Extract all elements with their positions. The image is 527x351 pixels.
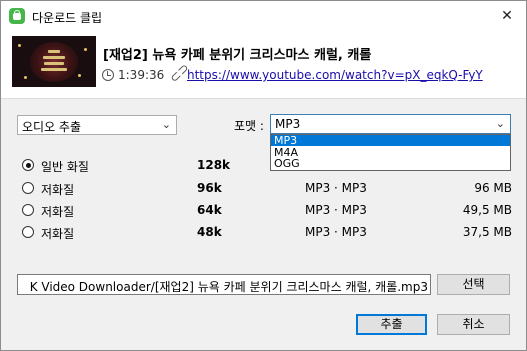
window-title: 다운로드 클립 — [32, 11, 103, 25]
chevron-down-icon: ⌄ — [161, 118, 171, 131]
quality-bitrate: 64k — [197, 203, 222, 217]
video-info-header: [재업2] 뉴욕 카페 분위기 크리스마스 캐럴, 캐롤 1:39:36 ⊂⊃ … — [1, 31, 526, 99]
quality-size: 49,5 MB — [462, 203, 512, 217]
video-thumbnail — [12, 36, 96, 87]
quality-radio[interactable] — [22, 182, 34, 194]
close-button[interactable]: ✕ — [494, 5, 520, 27]
format-select[interactable]: MP3 ⌄ — [270, 114, 511, 134]
video-duration: 1:39:36 — [118, 68, 165, 82]
format-label: 포맷 : — [234, 119, 264, 133]
title-bar: 다운로드 클립 ✕ — [1, 1, 526, 31]
quality-row[interactable]: 저화질 48k MP3 · MP3 37,5 MB — [1, 223, 526, 243]
cancel-button[interactable]: 취소 — [437, 314, 510, 335]
extract-button[interactable]: 추출 — [356, 314, 427, 335]
chevron-down-icon: ⌄ — [495, 117, 505, 130]
video-url-link[interactable]: https://www.youtube.com/watch?v=pX_eqkQ-… — [187, 68, 483, 82]
output-path-value: K Video Downloader/[재업2] 뉴욕 카페 분위기 크리스마스… — [29, 280, 428, 294]
download-clip-dialog: 다운로드 클립 ✕ [재업2] 뉴욕 카페 분위기 크리스마스 캐럴, 캐롤 1… — [0, 0, 527, 351]
quality-format: MP3 · MP3 — [305, 203, 367, 217]
quality-bitrate: 48k — [197, 225, 222, 239]
quality-bitrate: 128k — [197, 158, 231, 172]
quality-label: 일반 화질 — [41, 160, 89, 174]
format-option-mp3[interactable]: MP3 — [271, 135, 510, 146]
quality-row[interactable]: 저화질 96k MP3 · MP3 96 MB — [1, 179, 526, 199]
format-value: MP3 — [275, 117, 301, 131]
quality-size: 96 MB — [474, 181, 512, 195]
quality-label: 저화질 — [41, 205, 75, 219]
video-title: [재업2] 뉴욕 카페 분위기 크리스마스 캐럴, 캐롤 — [103, 48, 372, 63]
quality-bitrate: 96k — [197, 181, 222, 195]
quality-radio[interactable] — [22, 159, 34, 171]
quality-row[interactable]: 일반 화질 128k — [1, 156, 526, 176]
extraction-mode-select[interactable]: 오디오 추출 ⌄ — [17, 115, 177, 135]
app-lock-icon — [9, 8, 25, 24]
quality-row[interactable]: 저화질 64k MP3 · MP3 49,5 MB — [1, 201, 526, 221]
quality-format: MP3 · MP3 — [305, 225, 367, 239]
quality-radio[interactable] — [22, 226, 34, 238]
browse-button[interactable]: 선택 — [437, 274, 510, 295]
quality-format: MP3 · MP3 — [305, 181, 367, 195]
output-path-field[interactable]: K Video Downloader/[재업2] 뉴욕 카페 분위기 크리스마스… — [17, 274, 431, 295]
clock-icon — [102, 69, 114, 81]
extraction-mode-value: 오디오 추출 — [22, 120, 82, 134]
quality-label: 저화질 — [41, 183, 75, 197]
quality-size: 37,5 MB — [462, 225, 512, 239]
quality-radio[interactable] — [22, 204, 34, 216]
quality-label: 저화질 — [41, 227, 75, 241]
